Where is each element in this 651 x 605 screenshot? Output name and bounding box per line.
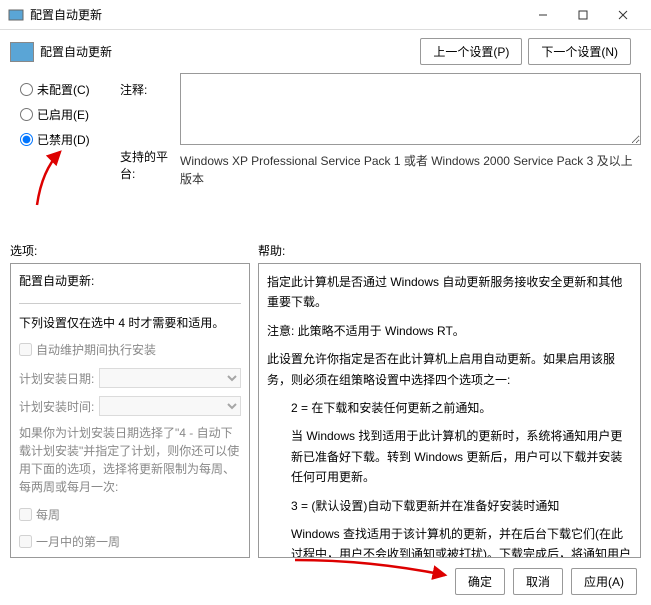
comment-textarea[interactable] xyxy=(180,73,641,145)
prev-setting-button[interactable]: 上一个设置(P) xyxy=(420,38,522,65)
checkbox-auto-maintenance[interactable]: 自动维护期间执行安装 xyxy=(19,341,241,358)
checkbox-first-week[interactable]: 一月中的第一周 xyxy=(19,533,241,550)
install-day-select[interactable] xyxy=(99,368,241,388)
comment-label: 注释: xyxy=(120,81,180,98)
radio-disabled[interactable]: 已禁用(D) xyxy=(20,131,120,148)
close-button[interactable] xyxy=(603,1,643,29)
install-day-label: 计划安装日期: xyxy=(19,370,99,387)
schedule-paragraph: 如果你为计划安装日期选择了"4 - 自动下载计划安装"并指定了计划，则你还可以使… xyxy=(19,424,241,496)
radio-enabled-label: 已启用(E) xyxy=(37,106,89,123)
minimize-button[interactable] xyxy=(523,1,563,29)
checkbox-weekly-label: 每周 xyxy=(36,506,60,523)
help-p4: 2 = 在下载和安装任何更新之前通知。 xyxy=(267,398,632,418)
titlebar: 配置自动更新 xyxy=(0,0,651,30)
radio-enabled[interactable]: 已启用(E) xyxy=(20,106,120,123)
app-icon xyxy=(8,7,24,23)
options-heading: 配置自动更新: xyxy=(19,272,241,289)
options-panel: 配置自动更新: 下列设置仅在选中 4 时才需要和适用。 自动维护期间执行安装 计… xyxy=(10,263,250,558)
help-p7: Windows 查找适用于该计算机的更新，并在后台下载它们(在此过程中，用户不会… xyxy=(267,524,632,558)
checkbox-auto-maintenance-label: 自动维护期间执行安装 xyxy=(36,341,156,358)
help-p3: 此设置允许你指定是否在此计算机上启用自动更新。如果启用该服务，则必须在组策略设置… xyxy=(267,349,632,390)
options-section-label: 选项: xyxy=(10,242,258,259)
help-p1: 指定此计算机是否通过 Windows 自动更新服务接收安全更新和其他重要下载。 xyxy=(267,272,632,313)
platform-text: Windows XP Professional Service Pack 1 或… xyxy=(180,152,641,188)
maximize-button[interactable] xyxy=(563,1,603,29)
help-section-label: 帮助: xyxy=(258,242,285,259)
cancel-button[interactable]: 取消 xyxy=(513,568,563,595)
install-time-select[interactable] xyxy=(99,396,241,416)
help-p2: 注意: 此策略不适用于 Windows RT。 xyxy=(267,321,632,341)
help-p6: 3 = (默认设置)自动下载更新并在准备好安装时通知 xyxy=(267,496,632,516)
subtitle-text: 配置自动更新 xyxy=(40,43,112,60)
radio-not-configured-label: 未配置(C) xyxy=(37,81,90,98)
checkbox-first-week-label: 一月中的第一周 xyxy=(36,533,120,550)
next-setting-button[interactable]: 下一个设置(N) xyxy=(528,38,631,65)
window-title: 配置自动更新 xyxy=(30,6,523,23)
radio-not-configured[interactable]: 未配置(C) xyxy=(20,81,120,98)
install-time-label: 计划安装时间: xyxy=(19,398,99,415)
help-panel: 指定此计算机是否通过 Windows 自动更新服务接收安全更新和其他重要下载。 … xyxy=(258,263,641,558)
platform-label: 支持的平台: xyxy=(120,148,180,182)
help-p5: 当 Windows 找到适用于此计算机的更新时，系统将通知用户更新已准备好下载。… xyxy=(267,426,632,487)
apply-button[interactable]: 应用(A) xyxy=(571,568,637,595)
radio-disabled-label: 已禁用(D) xyxy=(37,131,90,148)
options-note: 下列设置仅在选中 4 时才需要和适用。 xyxy=(19,314,241,331)
divider xyxy=(19,303,241,304)
policy-icon xyxy=(10,42,34,62)
checkbox-weekly[interactable]: 每周 xyxy=(19,506,241,523)
ok-button[interactable]: 确定 xyxy=(455,568,505,595)
